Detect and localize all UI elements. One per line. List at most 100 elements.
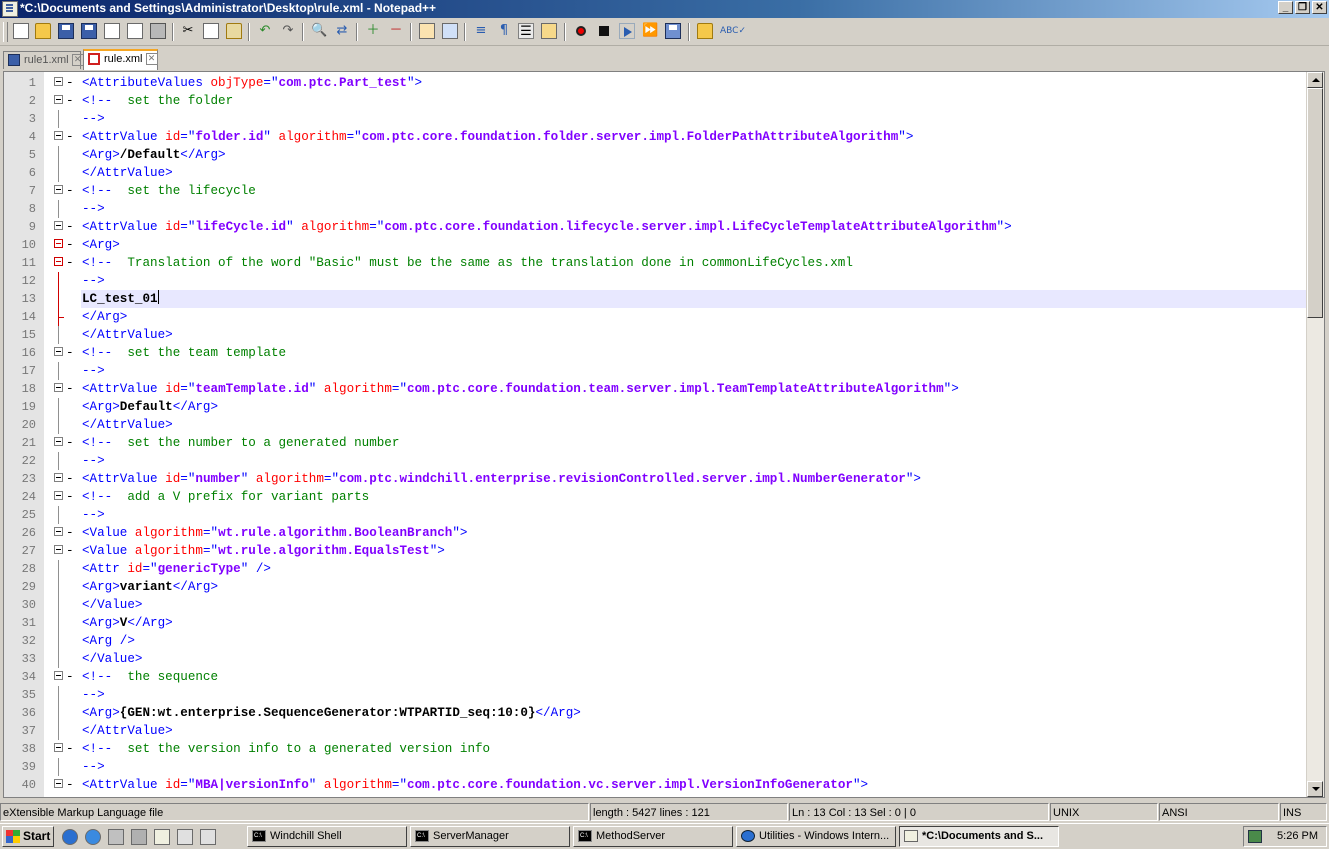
quicklaunch-settings-icon[interactable] (131, 829, 147, 845)
code-text[interactable]: <Arg>/Default</Arg> (81, 146, 1309, 164)
code-text[interactable]: LC_test_01 (81, 290, 1309, 308)
code-text[interactable]: --> (81, 272, 1309, 290)
paste-icon[interactable] (226, 23, 242, 39)
code-text[interactable]: </Value> (81, 650, 1309, 668)
code-line[interactable]: 3 --> (4, 110, 1309, 128)
code-text[interactable]: <AttrValue id="MBA|versionInfo" algorith… (81, 776, 1309, 794)
code-text[interactable]: --> (81, 758, 1309, 776)
code-text[interactable]: <Arg>variant</Arg> (81, 578, 1309, 596)
new-file-icon[interactable] (13, 23, 29, 39)
code-text[interactable]: --> (81, 200, 1309, 218)
code-text[interactable]: <!-- set the lifecycle (81, 182, 1309, 200)
code-line[interactable]: 28 <Attr id="genericType" /> (4, 560, 1309, 578)
clock[interactable]: 5:26 PM (1277, 827, 1318, 846)
find-icon[interactable]: 🔍 (311, 23, 327, 39)
code-line[interactable]: 17 --> (4, 362, 1309, 380)
fold-toggle-icon[interactable] (54, 347, 63, 356)
fold-toggle-icon[interactable] (54, 671, 63, 680)
code-text[interactable]: <Arg>{GEN:wt.enterprise.SequenceGenerato… (81, 704, 1309, 722)
code-text[interactable]: --> (81, 506, 1309, 524)
open-file-icon[interactable] (35, 23, 51, 39)
taskbar-windchill-shell[interactable]: Windchill Shell (247, 826, 407, 847)
code-text[interactable]: <Attr id="genericType" /> (81, 560, 1309, 578)
fold-toggle-icon[interactable] (54, 545, 63, 554)
code-line[interactable]: 2 - <!-- set the folder (4, 92, 1309, 110)
code-line[interactable]: 29 <Arg>variant</Arg> (4, 578, 1309, 596)
code-text[interactable]: <AttributeValues objType="com.ptc.Part_t… (81, 74, 1309, 92)
scroll-down-button[interactable] (1307, 781, 1323, 797)
code-line[interactable]: 12 --> (4, 272, 1309, 290)
scroll-up-button[interactable] (1307, 72, 1323, 88)
quicklaunch-tool-icon[interactable] (108, 829, 124, 845)
code-line[interactable]: 25 --> (4, 506, 1309, 524)
code-text[interactable]: <AttrValue id="teamTemplate.id" algorith… (81, 380, 1309, 398)
code-line[interactable]: 18- <AttrValue id="teamTemplate.id" algor… (4, 380, 1309, 398)
fold-toggle-icon[interactable] (54, 491, 63, 500)
replace-icon[interactable]: ⇄ (334, 23, 350, 39)
code-line[interactable]: 16 - <!-- set the team template (4, 344, 1309, 362)
code-text[interactable]: <AttrValue id="lifeCycle.id" algorithm="… (81, 218, 1309, 236)
code-line[interactable]: 21 - <!-- set the number to a generated nu… (4, 434, 1309, 452)
tab-close-icon[interactable]: ✕ (71, 54, 84, 66)
code-text[interactable]: </Arg> (81, 308, 1309, 326)
minimize-button[interactable]: _ (1278, 1, 1293, 14)
code-line[interactable]: 15 </AttrValue> (4, 326, 1309, 344)
code-line[interactable]: 1 - <AttributeValues objType="com.ptc.Part… (4, 74, 1309, 92)
code-text[interactable]: <!-- set the number to a generated numbe… (81, 434, 1309, 452)
code-text[interactable]: </AttrValue> (81, 416, 1309, 434)
close-button[interactable]: ✕ (1312, 1, 1327, 14)
tab-rule-xml[interactable]: rule.xml ✕ (83, 49, 158, 70)
fold-toggle-icon[interactable] (54, 221, 63, 230)
fold-toggle-icon[interactable] (54, 257, 63, 266)
scroll-thumb[interactable] (1307, 88, 1323, 318)
undo-icon[interactable]: ↶ (257, 23, 273, 39)
taskbar-utilities-ie[interactable]: Utilities - Windows Intern... (736, 826, 896, 847)
fold-toggle-icon[interactable] (54, 185, 63, 194)
code-line[interactable]: 32 <Arg /> (4, 632, 1309, 650)
network-tray-icon[interactable] (1248, 830, 1262, 843)
code-text[interactable]: </AttrValue> (81, 326, 1309, 344)
record-macro-icon[interactable] (573, 23, 589, 39)
code-text[interactable]: <!-- set the team template (81, 344, 1309, 362)
code-line[interactable]: 7 - <!-- set the lifecycle (4, 182, 1309, 200)
save-macro-icon[interactable] (665, 23, 681, 39)
restore-button[interactable]: ❐ (1295, 1, 1310, 14)
code-line[interactable]: 35 --> (4, 686, 1309, 704)
code-line[interactable]: 36 <Arg>{GEN:wt.enterprise.SequenceGenera… (4, 704, 1309, 722)
zoom-out-icon[interactable]: － (388, 23, 404, 39)
code-line[interactable]: 11 - <!-- Translation of the word "Basic" … (4, 254, 1309, 272)
code-text[interactable]: <Value algorithm="wt.rule.algorithm.Bool… (81, 524, 1309, 542)
code-line[interactable]: 14 </Arg> (4, 308, 1309, 326)
close-all-icon[interactable] (127, 23, 143, 39)
code-text[interactable]: <AttrValue id="number" algorithm="com.pt… (81, 470, 1309, 488)
fold-toggle-icon[interactable] (54, 383, 63, 392)
notepad-app-icon[interactable] (2, 1, 18, 17)
taskbar-methodserver[interactable]: MethodServer (573, 826, 733, 847)
code-text[interactable]: <Arg>Default</Arg> (81, 398, 1309, 416)
code-text[interactable]: <!-- add a V prefix for variant parts (81, 488, 1309, 506)
indent-guide-icon[interactable]: ☰ (518, 23, 534, 39)
fold-toggle-icon[interactable] (54, 131, 63, 140)
code-line[interactable]: 38 - <!-- set the version info to a genera… (4, 740, 1309, 758)
quicklaunch-notepad-icon[interactable] (154, 829, 170, 845)
code-text[interactable]: <Arg> (81, 236, 1309, 254)
code-line[interactable]: 31 <Arg>V</Arg> (4, 614, 1309, 632)
copy-icon[interactable] (203, 23, 219, 39)
code-line[interactable]: 4- <AttrValue id="folder.id" algorithm="c… (4, 128, 1309, 146)
code-line[interactable]: 5 <Arg>/Default</Arg> (4, 146, 1309, 164)
code-line[interactable]: 20 </AttrValue> (4, 416, 1309, 434)
code-line[interactable]: 23- <AttrValue id="number" algorithm="com… (4, 470, 1309, 488)
code-line[interactable]: 24 - <!-- add a V prefix for variant parts (4, 488, 1309, 506)
code-text[interactable]: --> (81, 452, 1309, 470)
save-icon[interactable] (58, 23, 74, 39)
code-text[interactable]: <Arg /> (81, 632, 1309, 650)
launch-browser-icon[interactable] (697, 23, 713, 39)
code-line[interactable]: 40- <AttrValue id="MBA|versionInfo" algor… (4, 776, 1309, 794)
code-line[interactable]: 34 - <!-- the sequence (4, 668, 1309, 686)
cut-icon[interactable]: ✂ (180, 23, 196, 39)
play-macro-icon[interactable] (619, 23, 635, 39)
vertical-scrollbar[interactable] (1306, 72, 1324, 797)
code-line[interactable]: 13 LC_test_01 (4, 290, 1309, 308)
code-line[interactable]: 37 </AttrValue> (4, 722, 1309, 740)
code-text[interactable]: <!-- the sequence (81, 668, 1309, 686)
